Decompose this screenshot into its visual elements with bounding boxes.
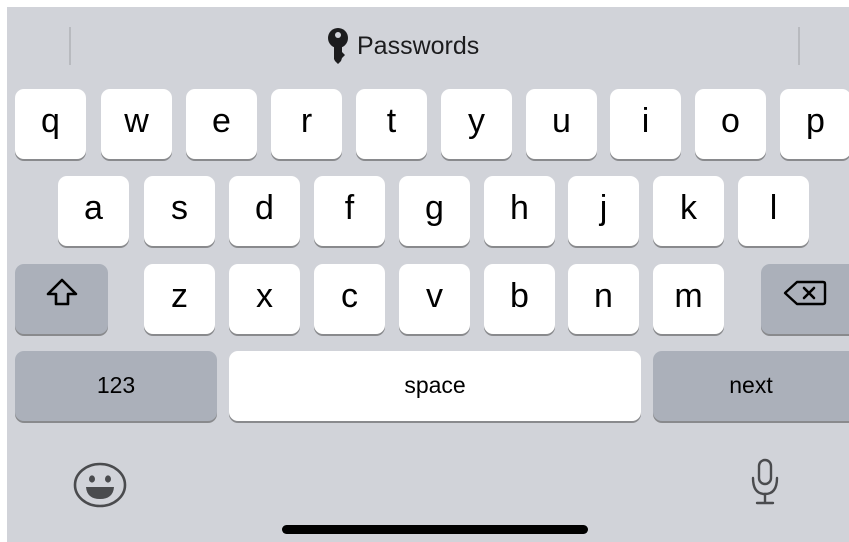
key-i[interactable]: i xyxy=(610,89,681,159)
delete-backspace-icon xyxy=(783,277,827,316)
key-m[interactable]: m xyxy=(653,264,724,334)
emoji-smiley-icon[interactable] xyxy=(70,459,130,511)
key-label: m xyxy=(674,276,703,315)
key-z[interactable]: z xyxy=(144,264,215,334)
numbers-key-label: 123 xyxy=(96,371,136,398)
key-label: j xyxy=(599,188,608,227)
shift-key[interactable] xyxy=(15,264,108,334)
key-j[interactable]: j xyxy=(568,176,639,246)
key-label: a xyxy=(84,188,103,227)
key-a[interactable]: a xyxy=(58,176,129,246)
key-label: w xyxy=(124,101,149,140)
key-label: q xyxy=(41,101,60,140)
key-p[interactable]: p xyxy=(780,89,849,159)
key-label: g xyxy=(425,188,444,227)
key-label: o xyxy=(721,101,740,140)
key-label: l xyxy=(769,188,778,227)
key-q[interactable]: q xyxy=(15,89,86,159)
key-v[interactable]: v xyxy=(399,264,470,334)
key-label: p xyxy=(806,101,825,140)
next-key-label: next xyxy=(729,371,773,398)
key-label: k xyxy=(680,188,697,227)
key-label: v xyxy=(426,276,443,315)
shift-arrow-icon xyxy=(45,277,79,316)
home-indicator[interactable] xyxy=(282,525,588,534)
keyboard: Passwords q w e r t y u i o p a s d f g … xyxy=(7,7,849,542)
numbers-key[interactable]: 123 xyxy=(15,351,217,421)
key-w[interactable]: w xyxy=(101,89,172,159)
key-o[interactable]: o xyxy=(695,89,766,159)
key-d[interactable]: d xyxy=(229,176,300,246)
space-key-label: space xyxy=(404,371,466,398)
key-icon xyxy=(327,28,349,64)
key-t[interactable]: t xyxy=(356,89,427,159)
key-e[interactable]: e xyxy=(186,89,257,159)
key-g[interactable]: g xyxy=(399,176,470,246)
key-k[interactable]: k xyxy=(653,176,724,246)
key-x[interactable]: x xyxy=(229,264,300,334)
key-label: b xyxy=(510,276,529,315)
key-l[interactable]: l xyxy=(738,176,809,246)
passwords-label: Passwords xyxy=(357,31,480,60)
key-u[interactable]: u xyxy=(526,89,597,159)
key-label: z xyxy=(171,276,188,315)
key-c[interactable]: c xyxy=(314,264,385,334)
key-label: f xyxy=(344,188,355,227)
key-f[interactable]: f xyxy=(314,176,385,246)
key-label: u xyxy=(552,101,571,140)
microphone-icon[interactable] xyxy=(745,457,785,507)
key-label: t xyxy=(386,101,397,140)
key-n[interactable]: n xyxy=(568,264,639,334)
key-s[interactable]: s xyxy=(144,176,215,246)
key-y[interactable]: y xyxy=(441,89,512,159)
suggestion-divider-right xyxy=(798,27,800,65)
key-label: e xyxy=(212,101,231,140)
passwords-suggestion[interactable]: Passwords xyxy=(327,27,479,65)
key-label: x xyxy=(256,276,273,315)
key-label: y xyxy=(468,101,485,140)
key-r[interactable]: r xyxy=(271,89,342,159)
suggestion-divider-left xyxy=(69,27,71,65)
key-label: n xyxy=(594,276,613,315)
space-key[interactable]: space xyxy=(229,351,641,421)
key-h[interactable]: h xyxy=(484,176,555,246)
key-label: s xyxy=(171,188,188,227)
key-label: h xyxy=(510,188,529,227)
key-label: c xyxy=(341,276,358,315)
delete-key[interactable] xyxy=(761,264,849,334)
key-b[interactable]: b xyxy=(484,264,555,334)
key-label: r xyxy=(300,101,313,140)
key-label: d xyxy=(255,188,274,227)
key-label: i xyxy=(641,101,650,140)
next-key[interactable]: next xyxy=(653,351,849,421)
